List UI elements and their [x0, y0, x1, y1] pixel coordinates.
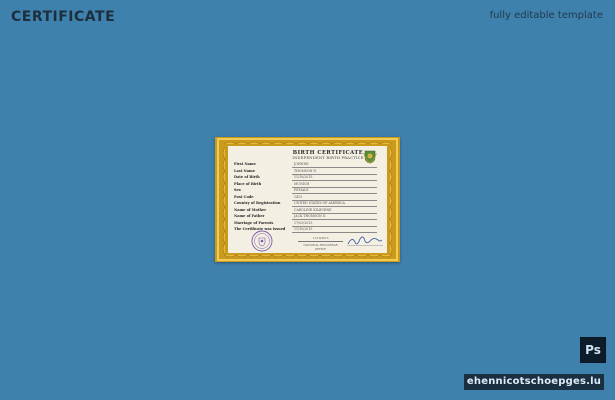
field-label: First Name	[234, 162, 256, 166]
field-label: Date of Birth	[234, 175, 260, 179]
field-value: MUNICH	[294, 181, 310, 186]
field-label: Name of Mother	[234, 207, 267, 212]
field-value: 11/10/2015	[294, 227, 313, 231]
watermark-label: ehennicotschoepges.lu	[464, 374, 604, 390]
field-marriage-of-parents: Marriage of Parents 17/03/2013	[234, 221, 384, 227]
field-label: Sex	[234, 188, 241, 192]
field-first-name: First Name JOHNNE	[234, 162, 384, 168]
field-underline	[292, 232, 377, 233]
field-value: 17/03/2013	[294, 220, 313, 225]
field-label: Post Code	[234, 194, 254, 199]
official-seal-icon	[251, 230, 273, 252]
issue-date: 11/10/2015	[312, 236, 329, 240]
field-last-name: Last Name THOMSON N	[234, 169, 384, 175]
field-value: JACK THOMSON N	[294, 214, 326, 218]
field-label: Last Name	[234, 168, 255, 173]
page-subtitle: fully editable template	[489, 10, 603, 21]
field-post-code: Post Code 1415	[234, 195, 384, 201]
field-value: THOMSON N	[294, 168, 317, 173]
photoshop-icon: Ps	[580, 337, 606, 363]
field-label: Place of Birth	[234, 181, 262, 186]
field-name-of-father: Name of Father JACK THOMSON N	[234, 214, 384, 220]
field-value: 11/10/2015	[294, 175, 313, 179]
signature-icon	[347, 236, 383, 246]
field-label: Name of Father	[234, 214, 265, 218]
signature-caption: NATIONAL REGISTRAR OFFICE	[298, 241, 343, 251]
field-country-of-registration: Country of Registration UNITED STATES OF…	[234, 201, 384, 207]
field-value: CAROLINE KILBURNE	[294, 207, 332, 212]
field-label: Marriage of Parents	[234, 220, 274, 225]
certificate-paper: BIRTH CERTIFICATE INDEPENDENT BIRTH PRAC…	[228, 146, 387, 253]
issue-block: 11/10/2015 NATIONAL REGISTRAR OFFICE	[298, 236, 343, 251]
page-title: CERTIFICATE	[11, 9, 116, 25]
field-date-of-birth: Date of Birth 11/10/2015	[234, 175, 384, 181]
certificate-preview: BIRTH CERTIFICATE INDEPENDENT BIRTH PRAC…	[215, 137, 400, 262]
field-sex: Sex FEMALE	[234, 188, 384, 194]
field-value: FEMALE	[294, 188, 309, 192]
field-place-of-birth: Place of Birth MUNICH	[234, 182, 384, 188]
field-name-of-mother: Name of Mother CAROLINE KILBURNE	[234, 208, 384, 214]
field-value: 1415	[294, 194, 303, 199]
field-value: UNITED STATES OF AMERICA	[294, 201, 345, 205]
field-label: Country of Registration	[234, 201, 281, 205]
field-value: JOHNNE	[294, 162, 309, 166]
